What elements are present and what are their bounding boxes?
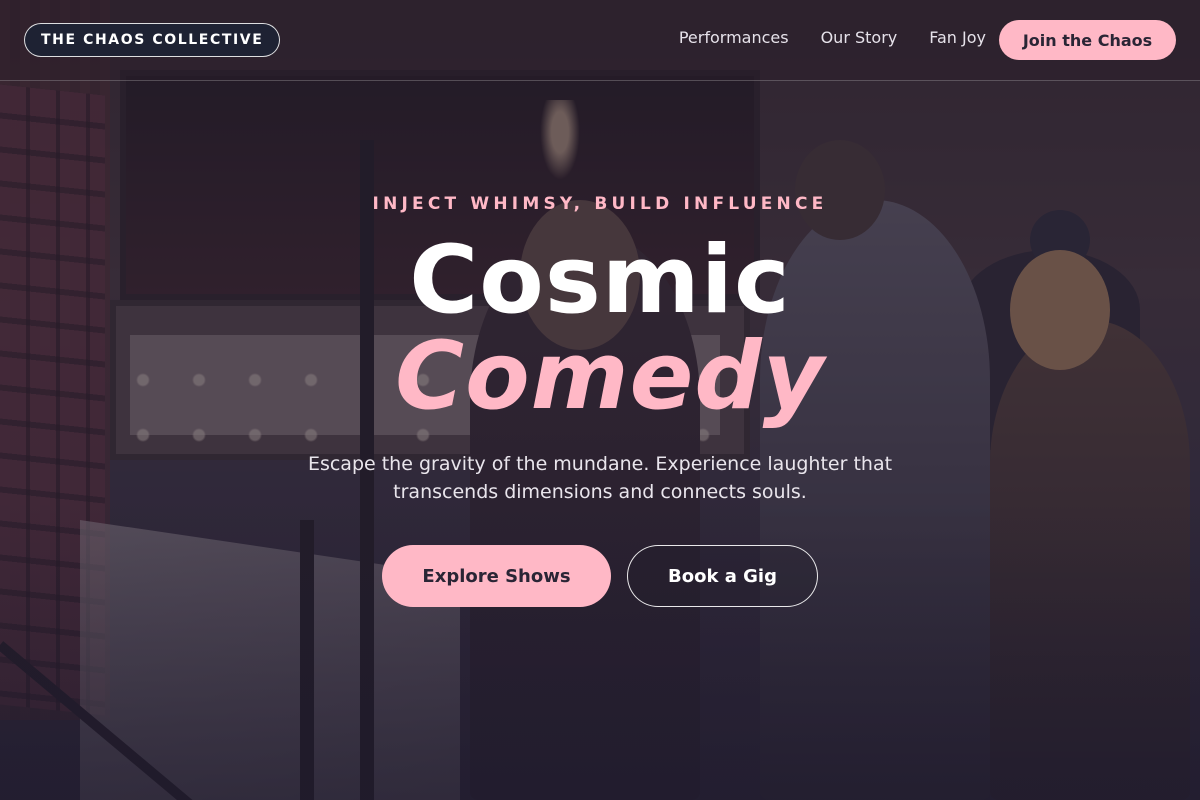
hero-tagline: Escape the gravity of the mundane. Exper… <box>307 453 893 503</box>
hero-title-line2: Comedy <box>395 322 825 431</box>
explore-shows-button[interactable]: Explore Shows <box>382 545 611 607</box>
hero-eyebrow: INJECT WHIMSY, BUILD INFLUENCE <box>372 194 828 214</box>
hero-section: INJECT WHIMSY, BUILD INFLUENCE Cosmic Co… <box>0 0 1200 800</box>
hero-title-line1: Cosmic <box>409 226 791 335</box>
book-gig-button[interactable]: Book a Gig <box>627 545 818 607</box>
